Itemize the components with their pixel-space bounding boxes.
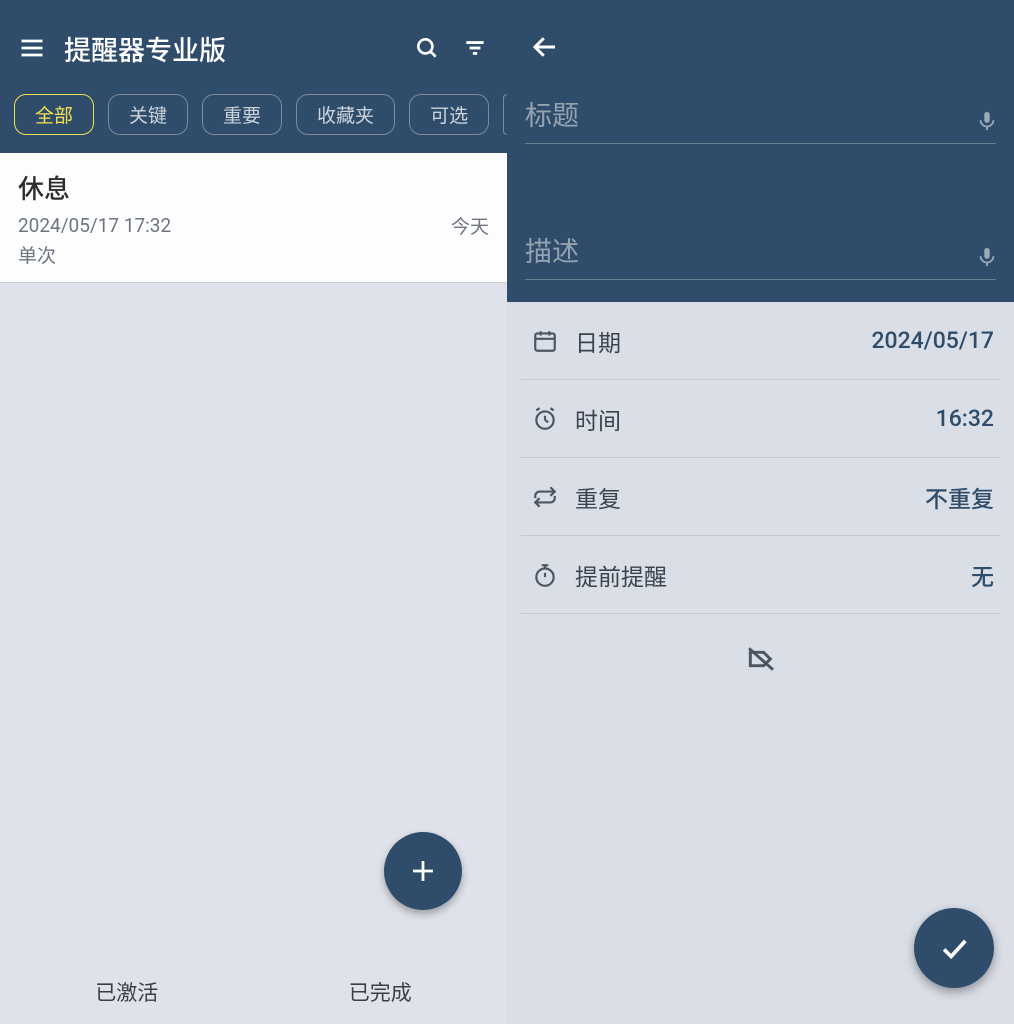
menu-button[interactable]	[8, 24, 56, 72]
label-advance: 提前提醒	[575, 558, 971, 592]
stopwatch-icon	[532, 562, 558, 588]
description-placeholder: 描述	[525, 230, 996, 279]
search-button[interactable]	[403, 24, 451, 72]
label-date: 日期	[575, 324, 871, 358]
tag-button[interactable]	[521, 614, 1000, 704]
plus-icon	[408, 856, 438, 886]
mic-title-button[interactable]	[976, 107, 998, 135]
calendar-icon	[532, 328, 558, 354]
value-advance: 无	[971, 558, 1000, 592]
check-icon	[937, 931, 971, 965]
arrow-left-icon	[530, 32, 560, 62]
appbar: 提醒器专业版	[0, 8, 507, 88]
hamburger-icon	[18, 34, 46, 62]
chip-key[interactable]: 关键	[108, 94, 188, 135]
app-title: 提醒器专业版	[64, 29, 403, 68]
chip-important[interactable]: 重要	[202, 94, 282, 135]
filter-icon	[462, 35, 488, 61]
description-input[interactable]: 描述	[525, 230, 996, 280]
row-date[interactable]: 日期 2024/05/17	[521, 302, 1000, 380]
value-time: 16:32	[936, 405, 1000, 432]
label-repeat: 重复	[575, 480, 925, 514]
title-input[interactable]: 标题	[525, 94, 996, 144]
filter-button[interactable]	[451, 24, 499, 72]
chip-optional[interactable]: 可选	[409, 94, 489, 135]
row-time[interactable]: 时间 16:32	[521, 380, 1000, 458]
mic-description-button[interactable]	[976, 243, 998, 271]
repeat-icon	[532, 484, 558, 510]
reminder-title: 休息	[18, 169, 489, 206]
row-repeat[interactable]: 重复 不重复	[521, 458, 1000, 536]
back-row	[507, 0, 1014, 94]
search-icon	[414, 35, 440, 61]
reminder-meta-row: 2024/05/17 17:32 今天	[18, 212, 489, 239]
tab-done[interactable]: 已完成	[254, 960, 508, 1024]
value-date: 2024/05/17	[871, 327, 1000, 354]
reminder-list-screen: 提醒器专业版 全部 关键 重要 收藏夹 可选 休息 2024/05/17 17:…	[0, 0, 507, 1024]
reminder-edit-screen: 标题 描述 日期 2024/05/17 时间 16:32	[507, 0, 1014, 1024]
reminder-repeat: 单次	[18, 241, 489, 268]
back-button[interactable]	[521, 23, 569, 71]
bottom-tabs: 已激活 已完成	[0, 960, 507, 1024]
label-off-icon	[745, 643, 777, 675]
label-time: 时间	[575, 402, 936, 436]
left-appbar-area: 提醒器专业版 全部 关键 重要 收藏夹 可选	[0, 0, 507, 153]
row-advance[interactable]: 提前提醒 无	[521, 536, 1000, 614]
reminder-relative: 今天	[451, 212, 489, 239]
chip-favorites[interactable]: 收藏夹	[296, 94, 395, 135]
chip-all[interactable]: 全部	[14, 94, 94, 135]
add-button[interactable]	[384, 832, 462, 910]
right-appbar-area: 标题 描述	[507, 0, 1014, 302]
alarm-icon	[532, 406, 558, 432]
reminder-item[interactable]: 休息 2024/05/17 17:32 今天 单次	[0, 153, 507, 283]
filter-chips: 全部 关键 重要 收藏夹 可选	[0, 88, 507, 153]
tab-active[interactable]: 已激活	[0, 960, 254, 1024]
microphone-icon	[976, 243, 998, 271]
reminder-datetime: 2024/05/17 17:32	[18, 214, 171, 237]
settings-list: 日期 2024/05/17 时间 16:32 重复 不重复 提前提醒 无	[507, 302, 1014, 704]
confirm-button[interactable]	[914, 908, 994, 988]
title-placeholder: 标题	[525, 94, 996, 143]
microphone-icon	[976, 107, 998, 135]
value-repeat: 不重复	[925, 480, 1000, 514]
